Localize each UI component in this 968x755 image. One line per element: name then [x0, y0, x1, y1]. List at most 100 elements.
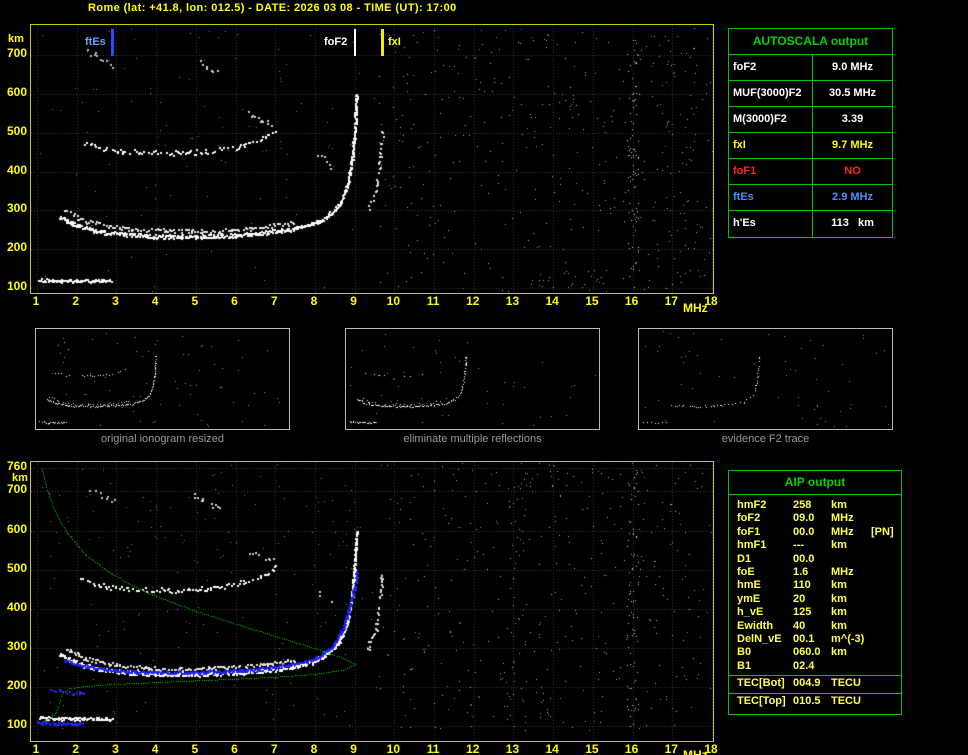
marker-label-fof2: foF2 [324, 36, 348, 48]
x-axis-tick-6: 6 [231, 742, 238, 755]
aip-param-label: TEC[Top] [737, 695, 786, 708]
aip-param-unit: km [831, 592, 847, 605]
aip-param-note [871, 539, 901, 552]
aip-row-b1: B1 02.4 [729, 660, 901, 673]
autoscala-param-value: 9.7 MHz [832, 139, 873, 151]
aip-param-value: 20 [793, 592, 806, 605]
x-axis-tick-10: 10 [386, 742, 401, 755]
x-axis-tick-2: 2 [72, 742, 80, 755]
aip-param-label: B1 [737, 659, 752, 672]
x-axis-tick-18: 18 [704, 294, 718, 308]
autoscala-app: Rome (lat: +41.8, lon: 012.5) - DATE: 20… [0, 0, 968, 755]
aip-param-value: 00.1 [793, 632, 815, 645]
aip-param-label: foF1 [737, 525, 761, 538]
y-axis-tick-500: 500 [6, 123, 27, 138]
aip-param-note [871, 646, 901, 659]
aip-param-note [871, 695, 901, 709]
aip-param-value: 40 [793, 619, 806, 632]
autoscala-param-value: 3.39 [841, 113, 864, 125]
aip-param-label: D1 [737, 552, 752, 565]
aip-param-unit [831, 660, 871, 673]
aip-table-body: hmF2 258 km foF2 09.0 MHz foF1 00.0 MHz [PN] hmF1 -… [729, 499, 901, 710]
autoscala-row-fof2: foF2 9.0 MHz [729, 55, 892, 81]
aip-row-fof1: foF1 00.0 MHz [PN] [729, 526, 901, 539]
autoscala-param-label: foF1 [729, 159, 813, 184]
autoscala-table-header: AUTOSCALA output [729, 29, 892, 55]
aip-param-note [871, 566, 901, 579]
thumbnail-caption-original: original ionogram resized [101, 433, 224, 445]
aip-row-hmf2: hmF2 258 km [729, 499, 901, 512]
aip-param-unit: m^(-3) [831, 632, 865, 645]
thumbnail-original-ionogram [35, 328, 290, 430]
thumbnail-evidence-f2 [638, 328, 893, 430]
thumbnail-caption-eliminate: eliminate multiple reflections [403, 433, 542, 445]
x-axis-tick-11: 11 [426, 742, 440, 755]
autoscala-param-label: MUF(3000)F2 [729, 81, 813, 106]
y-axis-tick-760: 760 [6, 459, 27, 473]
autoscala-param-label: M(3000)F2 [729, 107, 813, 132]
x-axis-tick-8: 8 [310, 742, 318, 755]
thumbnail-evidence-canvas [639, 329, 892, 429]
aip-param-note: [PN] [871, 525, 894, 538]
aip-param-note [871, 553, 901, 566]
autoscala-output-table: AUTOSCALA output foF2 9.0 MHz MUF(3000)F2 3… [728, 28, 893, 238]
aip-param-unit: km [831, 539, 847, 552]
y-axis-tick-600: 600 [6, 84, 27, 99]
x-axis-tick-2: 2 [72, 294, 80, 308]
aip-param-note [871, 593, 901, 606]
aip-row-h_ve: h_vE 125 km [729, 606, 901, 619]
aip-param-unit: TECU [831, 695, 861, 708]
x-axis-tick-1: 1 [32, 294, 40, 308]
y-axis-tick-300: 300 [6, 201, 27, 216]
aip-param-note [871, 499, 901, 512]
x-axis-tick-14: 14 [545, 742, 559, 755]
x-axis-tick-5: 5 [191, 294, 199, 308]
aip-param-unit: MHz [831, 512, 854, 525]
autoscala-param-value: 113 km [831, 217, 874, 229]
aip-param-note [871, 606, 901, 619]
autoscala-param-value: 2.9 MHz [832, 191, 873, 203]
autoscala-param-value: 9.0 MHz [832, 61, 873, 73]
aip-param-unit: km [831, 579, 847, 592]
ionogram-bottom-canvas [31, 462, 713, 741]
page-title: Rome (lat: +41.8, lon: 012.5) - DATE: 20… [88, 2, 457, 14]
aip-param-label: DelN_vE [737, 632, 782, 645]
autoscala-row-fxi: fxI 9.7 MHz [729, 133, 892, 159]
x-axis-tick-4: 4 [151, 294, 159, 308]
x-axis-tick-13: 13 [505, 742, 520, 755]
aip-param-label: foF2 [737, 512, 761, 525]
aip-param-note [871, 512, 901, 525]
thumbnail-eliminate-canvas [346, 329, 599, 429]
aip-row-hme: hmE 110 km [729, 579, 901, 592]
aip-param-value: 125 [793, 606, 812, 619]
autoscala-row-ftes: ftEs 2.9 MHz [729, 185, 892, 211]
marker-line-ftes [111, 29, 114, 56]
marker-line-fxi [381, 29, 384, 56]
aip-param-value: 258 [793, 499, 812, 511]
top-plot-y-unit: km [8, 33, 24, 45]
x-axis-tick-12: 12 [466, 742, 480, 755]
x-axis-tick-4: 4 [151, 742, 159, 755]
aip-param-value: 00.0 [793, 525, 815, 538]
aip-row-fof2: foF2 09.0 MHz [729, 512, 901, 525]
y-axis-tick-400: 400 [6, 162, 27, 177]
aip-param-value: --- [793, 539, 804, 552]
thumbnail-original-canvas [36, 329, 289, 429]
aip-row-b0: B0 060.0 km [729, 646, 901, 659]
y-axis-tick-200: 200 [6, 677, 27, 692]
marker-label-ftes: ftEs [85, 36, 106, 48]
aip-param-label: hmE [737, 579, 761, 592]
ionogram-bottom-plot [30, 461, 714, 742]
y-axis-tick-600: 600 [6, 521, 27, 536]
aip-param-note [871, 660, 901, 673]
aip-param-value: 00.0 [793, 552, 815, 565]
y-axis-tick-100: 100 [6, 279, 27, 293]
aip-param-value: 09.0 [793, 512, 815, 525]
x-axis-tick-15: 15 [585, 742, 599, 755]
x-axis-tick-10: 10 [386, 294, 401, 308]
aip-param-value: 110 [793, 579, 811, 592]
y-axis-tick-700: 700 [6, 482, 27, 497]
aip-output-table: AIP output hmF2 258 km foF2 09.0 MHz foF1 00.0 M… [728, 470, 902, 715]
thumbnail-caption-evidence: evidence F2 trace [721, 433, 810, 445]
aip-param-value: 060.0 [793, 646, 821, 659]
